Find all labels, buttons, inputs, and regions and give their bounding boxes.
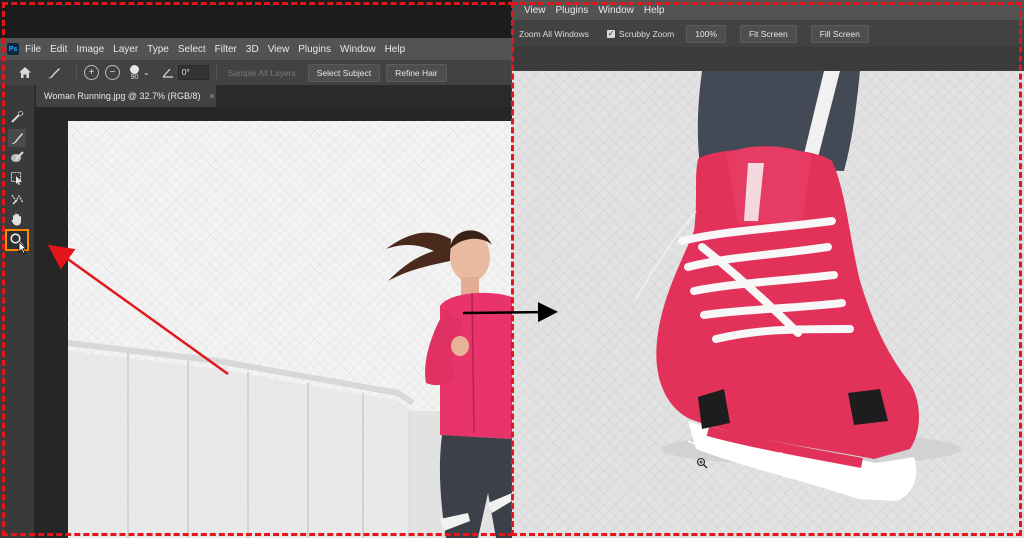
red-arrow — [47, 244, 229, 376]
annotation-arrows — [47, 244, 558, 376]
black-arrow — [462, 302, 558, 323]
